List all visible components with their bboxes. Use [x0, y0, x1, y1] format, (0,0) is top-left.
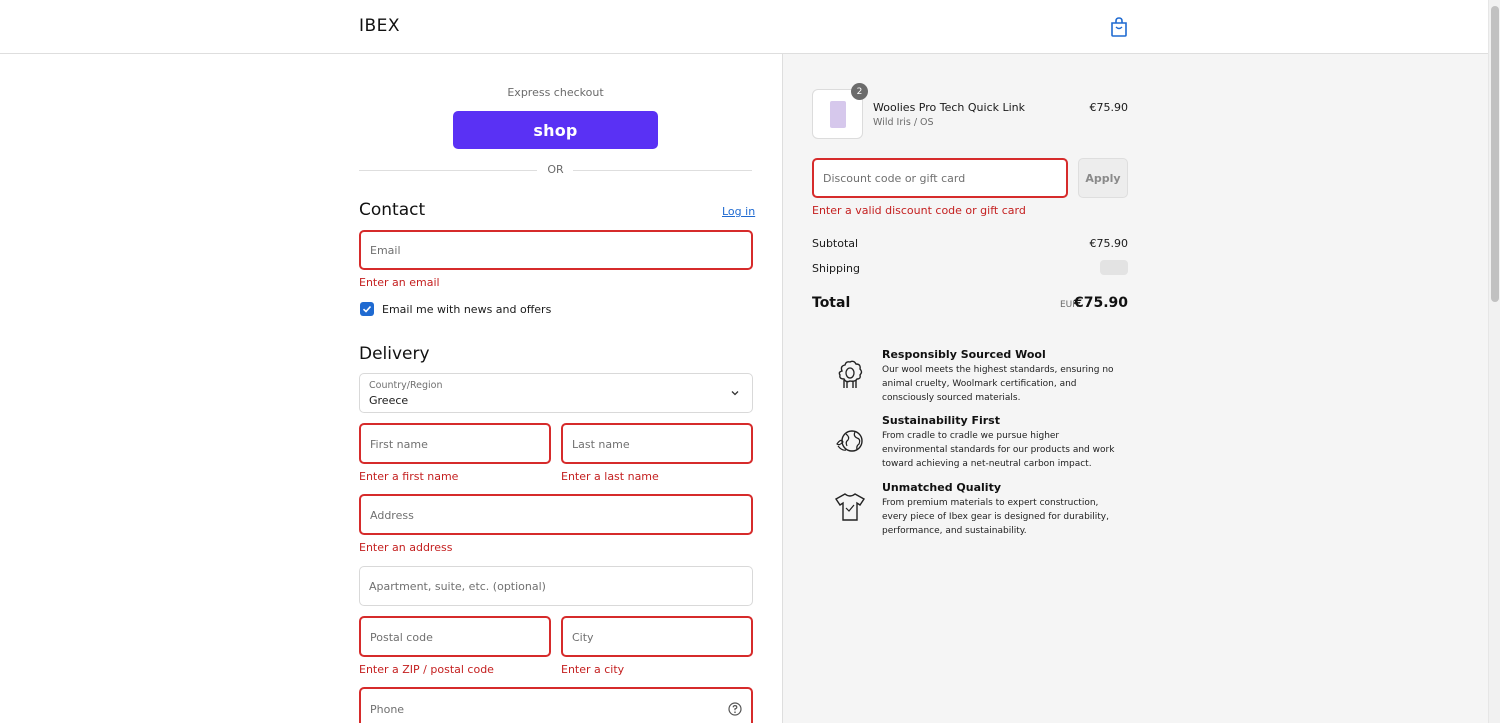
- email-field[interactable]: Email: [359, 230, 753, 270]
- chevron-down-icon: [731, 391, 739, 396]
- email-placeholder: Email: [370, 244, 401, 257]
- scrollbar-thumb[interactable]: [1491, 6, 1499, 302]
- country-label: Country/Region: [369, 380, 443, 391]
- city-placeholder: City: [572, 631, 594, 644]
- first-name-placeholder: First name: [370, 438, 428, 451]
- country-value: Greece: [369, 394, 409, 407]
- help-circle-icon[interactable]: [728, 702, 742, 716]
- quantity-badge: 2: [851, 83, 868, 100]
- contact-heading: Contact: [359, 200, 426, 220]
- product-price: €75.90: [1089, 101, 1129, 114]
- last-name-field[interactable]: Last name: [561, 423, 753, 464]
- express-checkout-label: Express checkout: [507, 86, 604, 99]
- last-name-placeholder: Last name: [572, 438, 630, 451]
- total-value: €75.90: [1073, 295, 1128, 311]
- apply-discount-button[interactable]: Apply: [1078, 158, 1128, 198]
- feature-title-wool: Responsibly Sourced Wool: [882, 348, 1046, 361]
- globe-icon: [836, 430, 863, 452]
- postal-code-placeholder: Postal code: [370, 631, 433, 644]
- feature-title-sustainability: Sustainability First: [882, 414, 1000, 427]
- header: IBEX: [0, 0, 1488, 54]
- or-divider: OR: [359, 163, 752, 177]
- email-error: Enter an email: [359, 276, 440, 289]
- sheep-icon: [838, 360, 863, 388]
- last-name-error: Enter a last name: [561, 470, 659, 483]
- shipping-value-placeholder: [1100, 260, 1128, 275]
- shipping-label: Shipping: [812, 262, 860, 275]
- apartment-placeholder: Apartment, suite, etc. (optional): [369, 580, 546, 593]
- tshirt-icon: [834, 493, 866, 521]
- city-field[interactable]: City: [561, 616, 753, 657]
- address-field[interactable]: Address: [359, 494, 753, 535]
- postal-code-error: Enter a ZIP / postal code: [359, 663, 494, 676]
- country-select[interactable]: Country/Region Greece: [359, 373, 753, 413]
- postal-code-field[interactable]: Postal code: [359, 616, 551, 657]
- shop-pay-button[interactable]: shop: [453, 111, 658, 149]
- or-text: OR: [547, 163, 564, 176]
- discount-error: Enter a valid discount code or gift card: [812, 204, 1026, 217]
- discount-placeholder: Discount code or gift card: [823, 172, 966, 185]
- delivery-heading: Delivery: [359, 344, 430, 364]
- newsletter-checkbox[interactable]: [360, 302, 374, 316]
- apartment-field[interactable]: Apartment, suite, etc. (optional): [359, 566, 753, 606]
- scrollbar[interactable]: [1488, 0, 1500, 723]
- newsletter-label: Email me with news and offers: [382, 303, 552, 316]
- address-placeholder: Address: [370, 509, 414, 522]
- first-name-error: Enter a first name: [359, 470, 459, 483]
- feature-title-quality: Unmatched Quality: [882, 481, 1001, 494]
- city-error: Enter a city: [561, 663, 625, 676]
- feature-desc-quality: From premium materials to expert constru…: [882, 498, 1109, 536]
- product-name: Woolies Pro Tech Quick Link: [873, 101, 1026, 114]
- phone-field[interactable]: Phone: [359, 687, 753, 723]
- total-label: Total: [812, 295, 851, 311]
- checkmark-icon: [362, 305, 372, 313]
- first-name-field[interactable]: First name: [359, 423, 551, 464]
- login-link[interactable]: Log in: [722, 205, 755, 218]
- phone-placeholder: Phone: [370, 703, 405, 716]
- subtotal-label: Subtotal: [812, 237, 859, 250]
- brand-logo[interactable]: IBEX: [359, 16, 400, 36]
- product-variant: Wild Iris / OS: [873, 117, 934, 128]
- product-image: [830, 101, 846, 128]
- subtotal-value: €75.90: [1089, 237, 1129, 250]
- feature-desc-sustainability: From cradle to cradle we pursue higher e…: [882, 431, 1115, 469]
- feature-desc-wool: Our wool meets the highest standards, en…: [882, 365, 1114, 403]
- shopping-bag-icon[interactable]: [1110, 17, 1128, 37]
- discount-code-field[interactable]: Discount code or gift card: [812, 158, 1068, 198]
- address-error: Enter an address: [359, 541, 453, 554]
